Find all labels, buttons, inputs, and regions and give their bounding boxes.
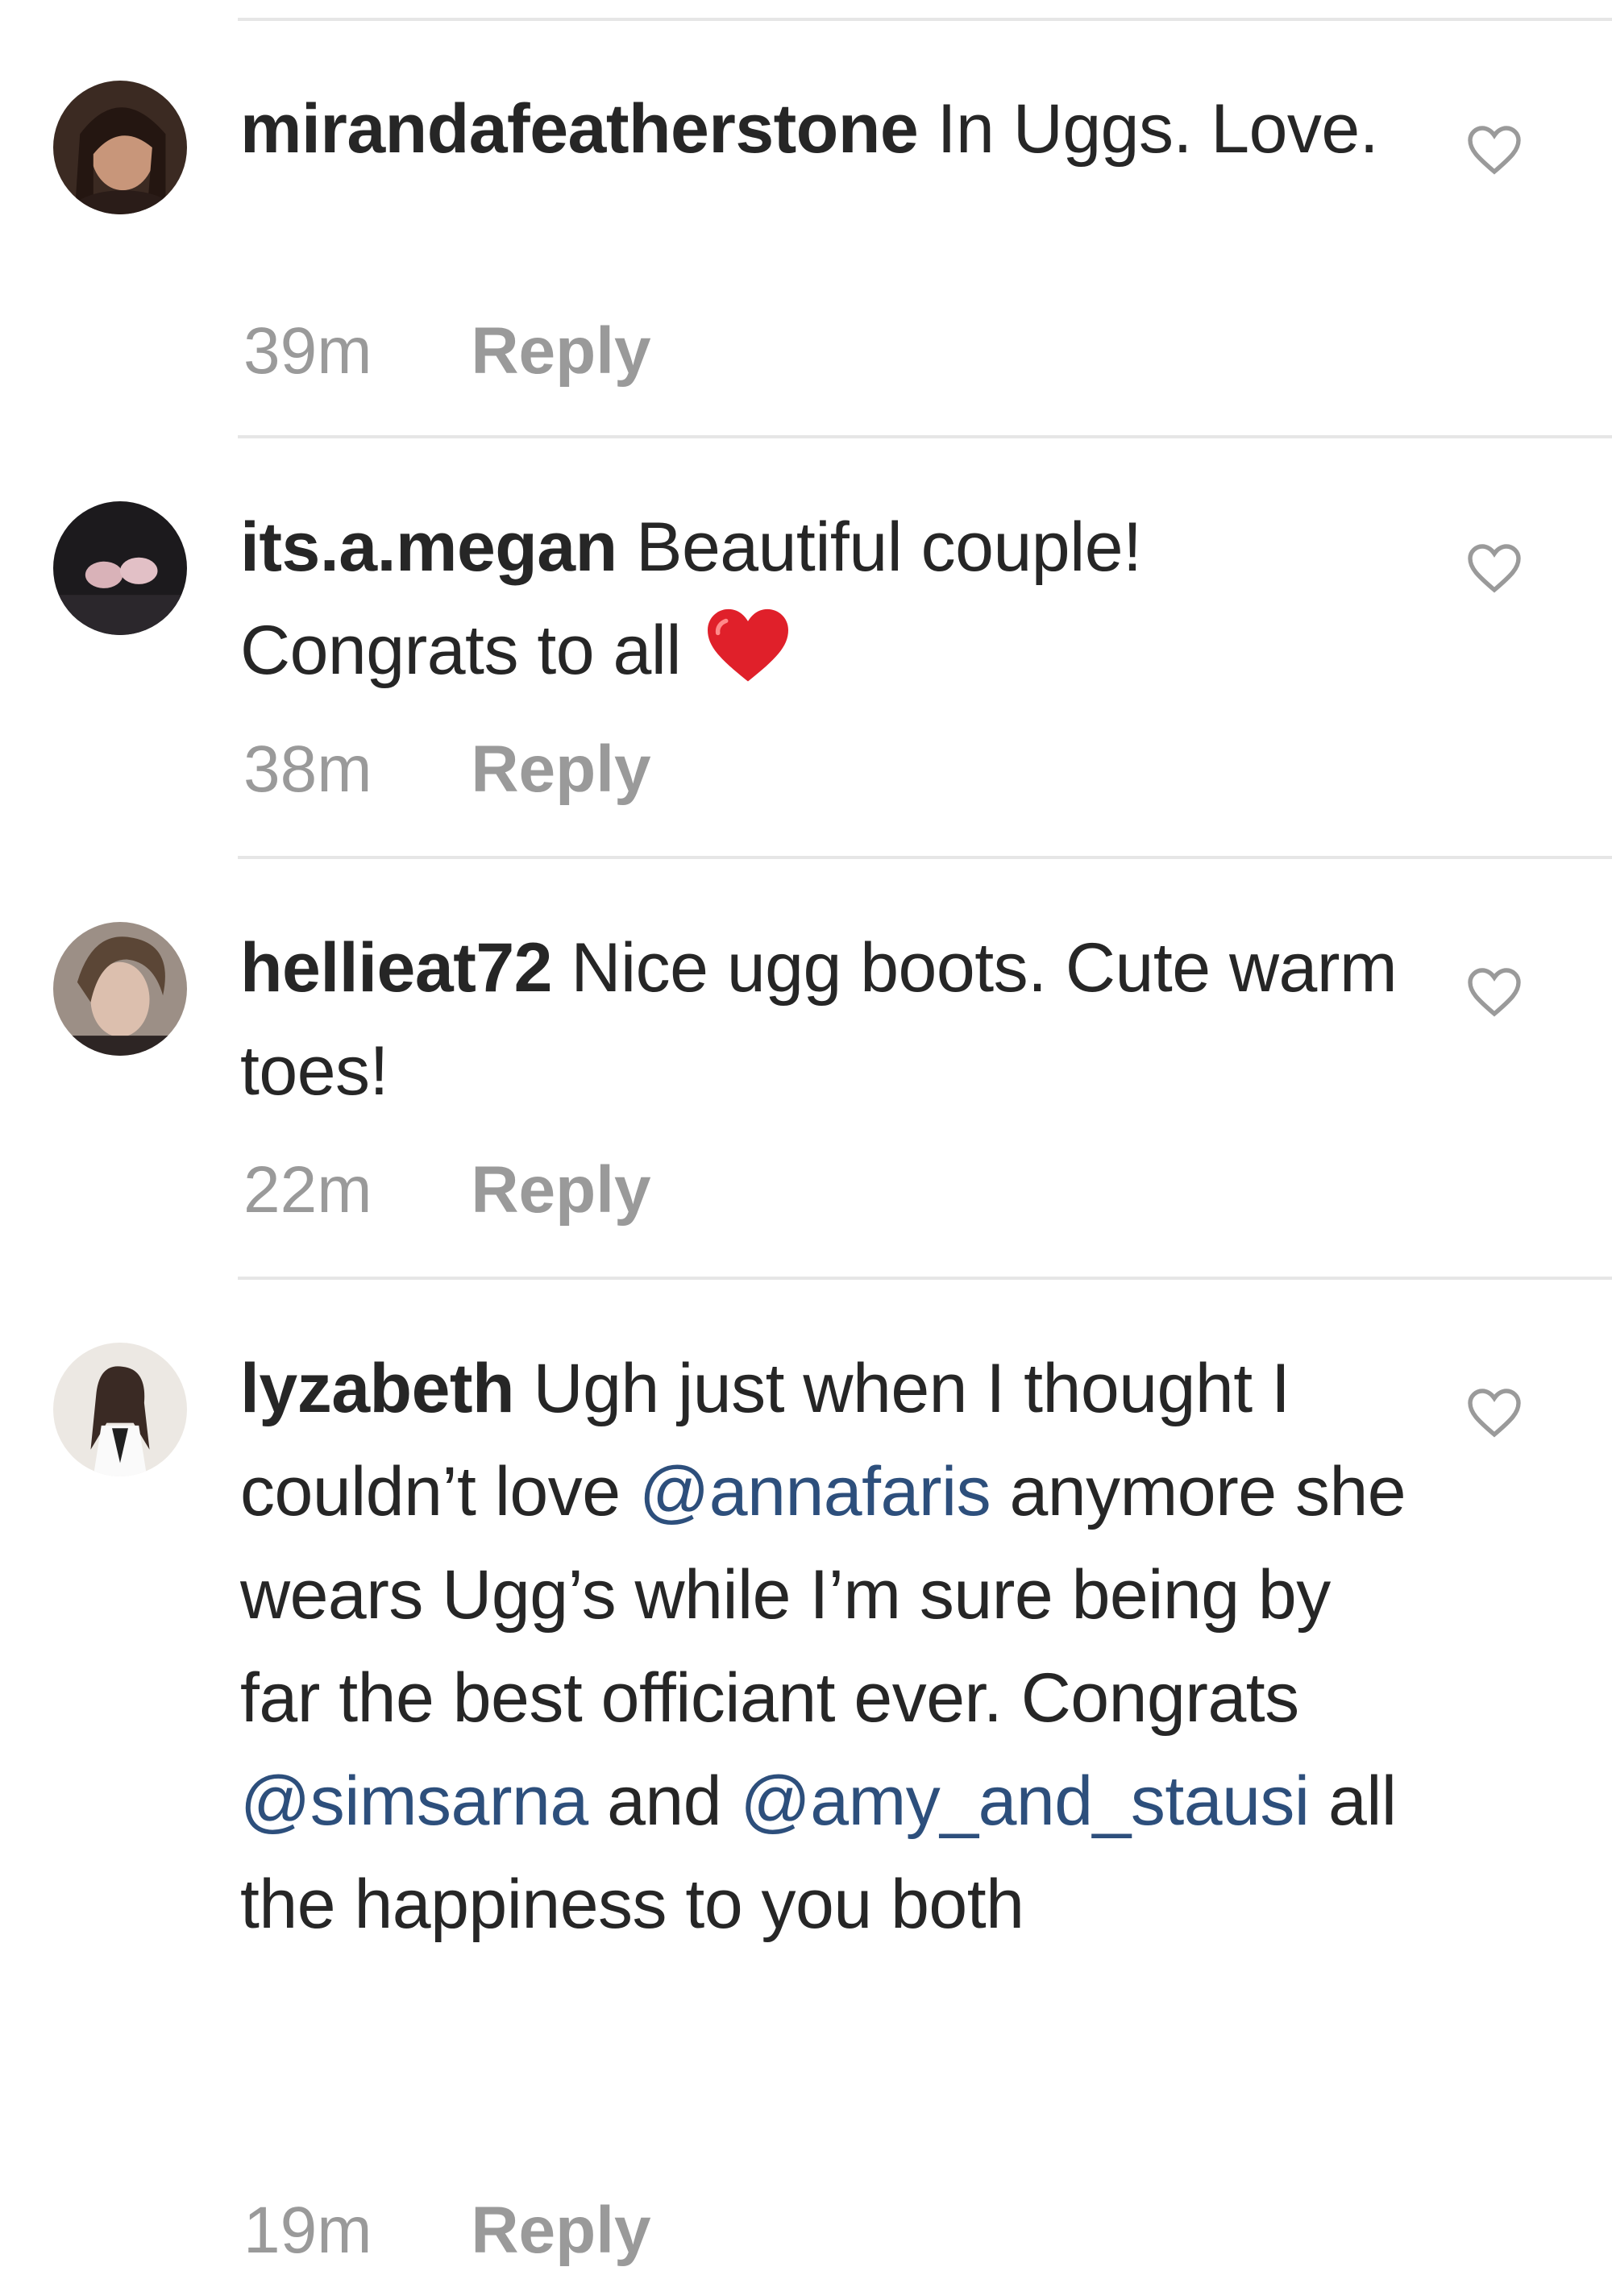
reply-button[interactable]: Reply xyxy=(471,733,650,806)
comment-meta: 22m Reply xyxy=(243,1150,651,1231)
comment-time: 22m xyxy=(243,1153,372,1227)
comment-meta: 38m Reply xyxy=(243,729,651,810)
heart-outline-icon[interactable] xyxy=(1465,1386,1523,1439)
comment-text: In Uggs. Love. xyxy=(937,90,1379,168)
reply-button[interactable]: Reply xyxy=(471,314,650,388)
comment-divider xyxy=(238,435,1612,438)
comment-body: hellieat72 Nice ugg boots. Cute warm toe… xyxy=(240,916,1409,1123)
avatar[interactable] xyxy=(53,922,187,1056)
avatar[interactable] xyxy=(53,1343,187,1476)
comment-body: mirandafeatherstone In Uggs. Love. xyxy=(240,77,1409,181)
heart-outline-icon[interactable] xyxy=(1465,123,1523,176)
top-divider xyxy=(238,18,1612,21)
comment-body: lyzabeth Ugh just when I thought I could… xyxy=(240,1337,1409,1956)
reply-button[interactable]: Reply xyxy=(471,1153,650,1227)
avatar[interactable] xyxy=(53,81,187,214)
comment-time: 38m xyxy=(243,733,372,806)
comment-username[interactable]: hellieat72 xyxy=(240,929,553,1007)
mention-link[interactable]: @amy_and_stausi xyxy=(740,1762,1310,1840)
comment-text: and xyxy=(588,1762,741,1840)
mention-link[interactable]: @annafaris xyxy=(639,1453,991,1530)
comment-divider xyxy=(238,856,1612,859)
comment-username[interactable]: lyzabeth xyxy=(240,1350,515,1427)
comment-meta: 39m Reply xyxy=(243,311,651,392)
red-heart-emoji xyxy=(704,604,792,685)
heart-outline-icon[interactable] xyxy=(1465,965,1523,1019)
mention-link[interactable]: @simsarna xyxy=(240,1762,588,1840)
avatar[interactable] xyxy=(53,501,187,635)
reply-button[interactable]: Reply xyxy=(471,2194,650,2267)
comment-divider xyxy=(238,1277,1612,1280)
comment-meta: 19m Reply xyxy=(243,2190,651,2271)
comment-username[interactable]: its.a.megan xyxy=(240,509,617,586)
comment-time: 39m xyxy=(243,314,372,388)
comment-time: 19m xyxy=(243,2194,372,2267)
comment-username[interactable]: mirandafeatherstone xyxy=(240,90,919,168)
heart-outline-icon[interactable] xyxy=(1465,542,1523,595)
comment-body: its.a.megan Beautiful couple! Congrats t… xyxy=(240,496,1409,702)
